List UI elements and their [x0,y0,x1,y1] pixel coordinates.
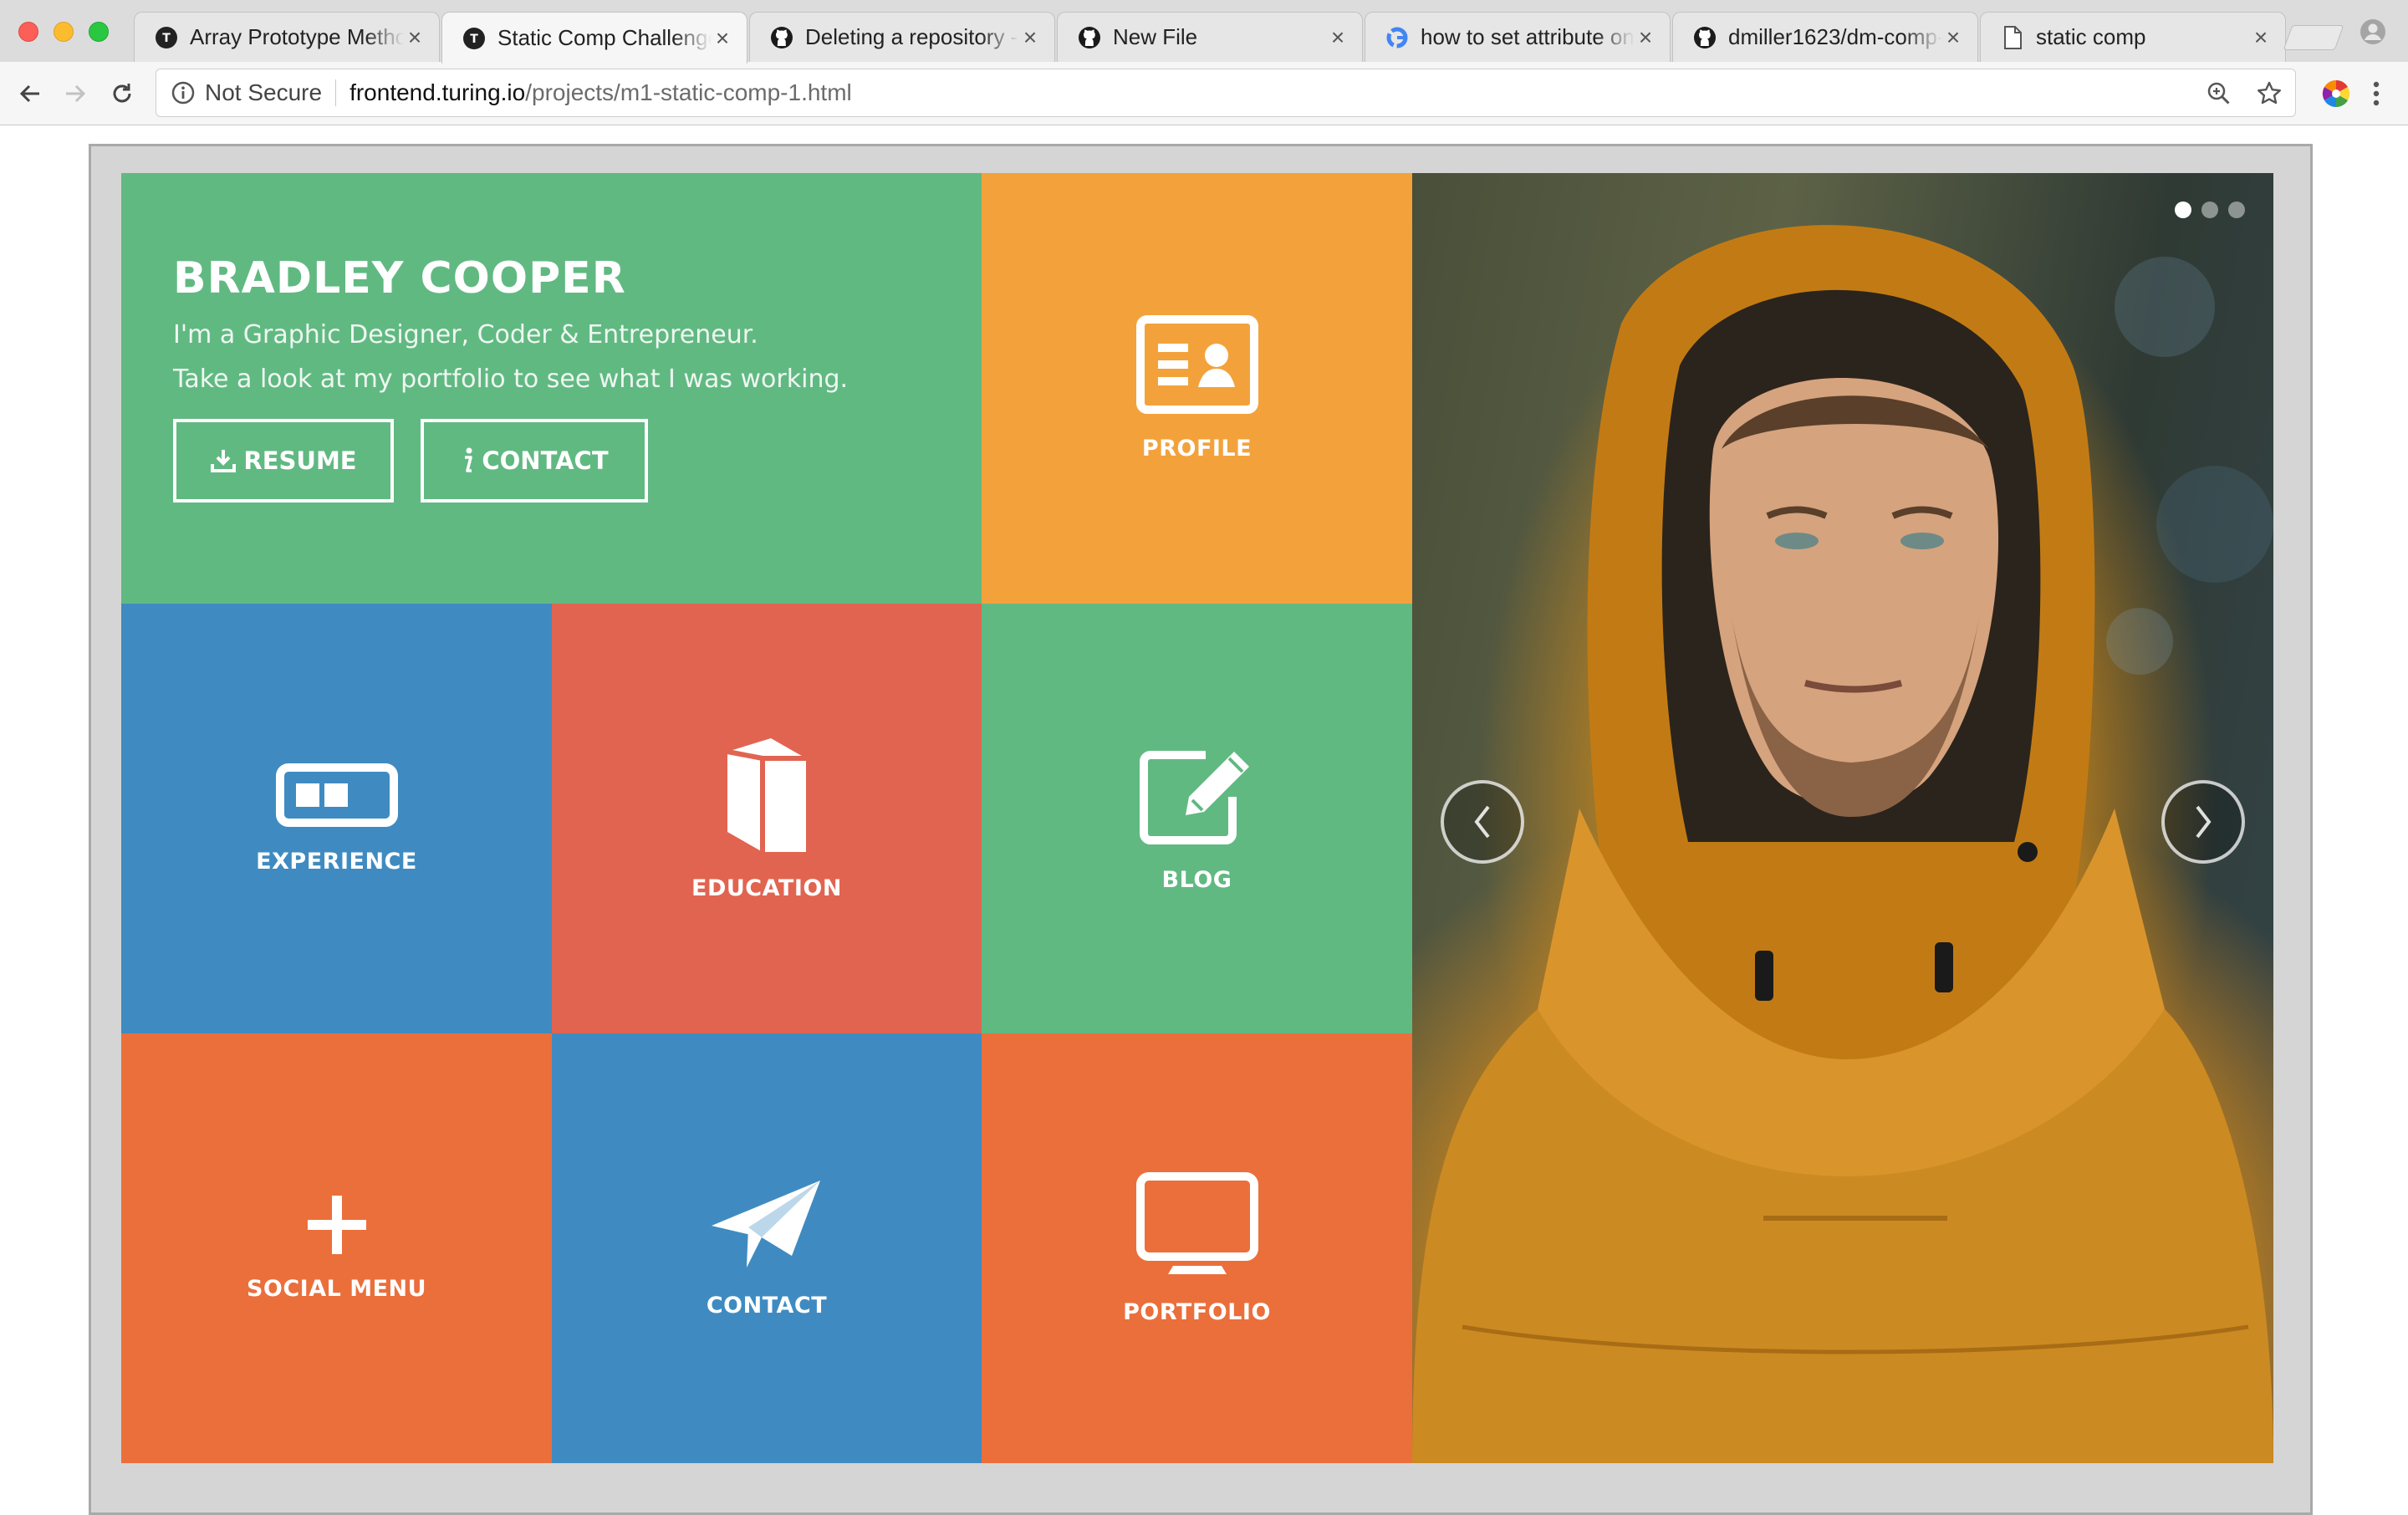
resume-button[interactable]: RESUME [173,419,394,502]
tab-title: New File [1113,24,1198,49]
tab-title: Static Comp Challenge [497,25,712,50]
url-host: frontend.turing.io [349,79,526,105]
turing-icon: T [462,27,486,50]
experience-tile[interactable]: EXPERIENCE [121,604,552,1033]
zoom-icon[interactable] [2203,78,2235,110]
carousel-prev-button[interactable] [1441,780,1524,864]
tab-new-file[interactable]: New File × [1057,12,1363,62]
blog-tile[interactable]: BLOG [982,604,1412,1033]
plus-icon [307,1195,366,1254]
social-menu-tile[interactable]: SOCIAL MENU [121,1033,552,1463]
turing-icon: T [155,26,178,49]
address-divider [335,79,337,106]
browser-toolbar: Not Secure frontend.turing.io /projects/… [0,62,2408,125]
url-path: /projects/m1-static-comp-1.html [525,79,852,105]
contact-tile[interactable]: CONTACT [552,1033,982,1463]
chevron-right-icon [2196,805,2212,839]
info-icon[interactable] [170,79,196,106]
tab-close-icon[interactable]: × [2250,25,2272,48]
tab-close-icon[interactable]: × [1635,25,1656,48]
profile-tile[interactable]: PROFILE [982,173,1412,604]
carousel-dot-2[interactable] [2201,201,2218,218]
profile-label: PROFILE [1141,436,1252,462]
profile-name: BRADLEY COOPER [173,253,626,304]
intro-buttons: RESUME CONTACT [173,419,982,502]
github-icon [1078,26,1101,49]
new-tab-button[interactable] [2283,25,2344,50]
resume-label: RESUME [243,446,357,475]
portrait-photo [1412,225,2273,1463]
tab-strip: T Array Prototype Metho × T Static Comp … [0,0,2408,64]
tagline-line-1: I'm a Graphic Designer, Coder & Entrepre… [173,320,758,349]
carousel-dot-3[interactable] [2228,201,2245,218]
github-icon [1693,26,1717,49]
portfolio-tile[interactable]: PORTFOLIO [982,1033,1412,1463]
carousel-next-button[interactable] [2161,780,2245,864]
arrow-right-icon [66,84,86,103]
tab-close-icon[interactable]: × [712,26,733,49]
portfolio-label: PORTFOLIO [1123,1298,1271,1325]
reload-icon [113,84,131,103]
chevron-left-icon [1474,805,1490,839]
security-label[interactable]: Not Secure [205,79,322,106]
experience-label: EXPERIENCE [256,848,417,875]
back-button[interactable] [12,75,48,112]
download-icon [211,450,237,472]
tab-close-icon[interactable]: × [1327,25,1349,48]
forward-button[interactable] [57,75,94,112]
metro-grid: BRADLEY COOPER I'm a Graphic Designer, C… [121,173,2273,1463]
tab-dm-comp-repo[interactable]: dmiller1623/dm-comp- × [1672,12,1978,62]
carousel-indicators [2175,201,2245,218]
education-tile[interactable]: EDUCATION [552,604,982,1033]
svg-text:T: T [162,32,171,45]
google-icon [1385,26,1409,49]
file-icon [2001,25,2024,49]
browser-menu-button[interactable] [2363,77,2390,110]
tab-title: how to set attribute on [1421,24,1635,49]
bookmark-star-icon[interactable] [2253,78,2285,110]
education-label: EDUCATION [691,875,842,901]
monitor-icon [1135,1171,1258,1278]
address-bar[interactable]: Not Secure frontend.turing.io /projects/… [156,69,2296,117]
profile-icon[interactable] [2360,18,2386,45]
paper-plane-icon [710,1179,824,1271]
tab-static-comp[interactable]: static comp × [1980,12,2286,62]
window-close-button[interactable] [18,22,38,42]
experience-icon [275,763,398,827]
color-picker-extension-icon[interactable] [2321,79,2351,109]
edit-icon [1139,745,1256,845]
tab-close-icon[interactable]: × [1942,25,1964,48]
window-minimize-button[interactable] [54,22,74,42]
tab-close-icon[interactable]: × [404,25,426,48]
contact-label: CONTACT [482,446,609,475]
info-italic-icon [465,447,473,472]
tab-close-icon[interactable]: × [1019,25,1041,48]
profile-card-icon [1135,315,1258,414]
book-icon [722,737,811,854]
carousel-dot-1[interactable] [2175,201,2191,218]
tab-static-comp-challenge[interactable]: T Static Comp Challenge × [441,12,747,64]
arrow-left-icon [19,84,39,103]
tab-google-search[interactable]: how to set attribute on × [1365,12,1671,62]
reload-button[interactable] [104,75,140,112]
contact-button[interactable]: CONTACT [421,419,648,502]
svg-text:T: T [470,33,478,46]
tab-title: Array Prototype Metho [190,24,404,49]
photo-carousel [1412,173,2273,1463]
more-vertical-icon [2373,81,2380,106]
tagline-line-2: Take a look at my portfolio to see what … [173,365,849,394]
tab-array-prototype[interactable]: T Array Prototype Metho × [134,12,440,62]
intro-tile: BRADLEY COOPER I'm a Graphic Designer, C… [121,173,982,604]
github-icon [770,26,793,49]
contact-tile-label: CONTACT [706,1292,828,1319]
tab-deleting-repository[interactable]: Deleting a repository - × [749,12,1055,62]
blog-label: BLOG [1161,866,1232,893]
window-maximize-button[interactable] [89,22,109,42]
tab-title: static comp [2036,24,2146,49]
social-menu-label: SOCIAL MENU [246,1275,427,1302]
tab-title: dmiller1623/dm-comp- [1728,24,1942,49]
comp-frame: BRADLEY COOPER I'm a Graphic Designer, C… [89,144,2313,1515]
tab-title: Deleting a repository - [805,24,1018,49]
